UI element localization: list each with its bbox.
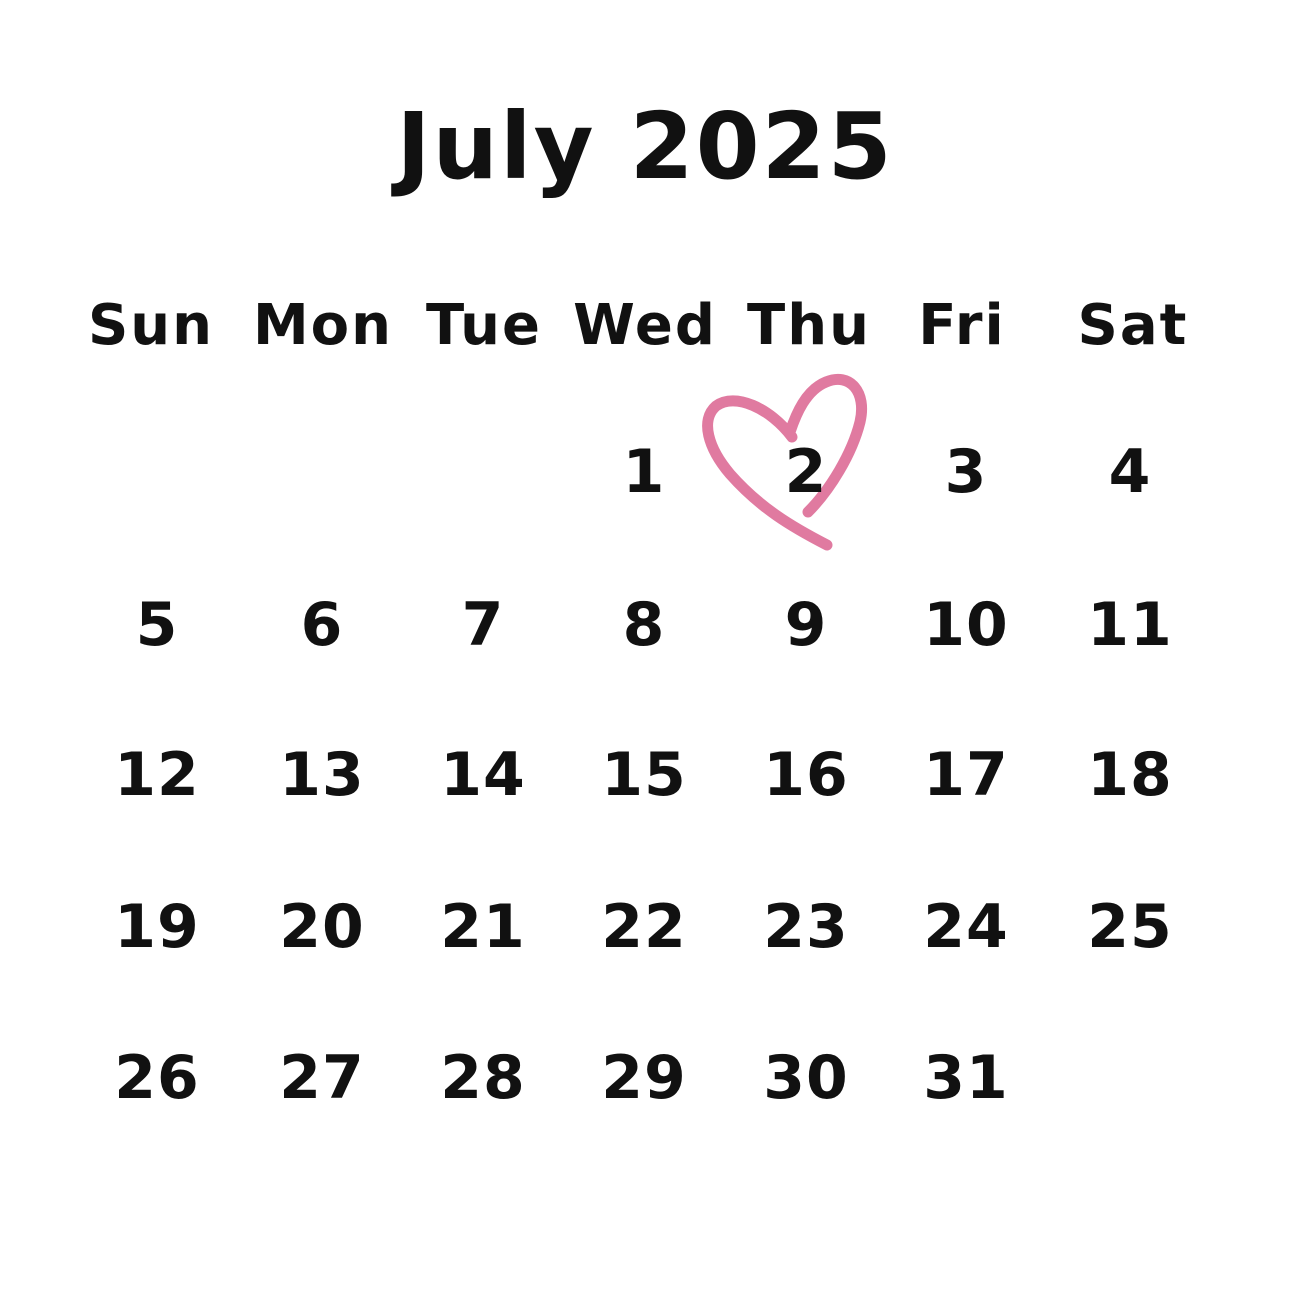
calendar-day[interactable]: 20 <box>247 882 397 972</box>
calendar-day[interactable]: 21 <box>408 882 558 972</box>
calendar-day[interactable]: 6 <box>247 580 397 670</box>
calendar-day[interactable]: 11 <box>1055 580 1205 670</box>
calendar-day[interactable]: 8 <box>569 580 719 670</box>
calendar-day[interactable]: 24 <box>891 882 1041 972</box>
calendar-day[interactable]: 10 <box>891 580 1041 670</box>
calendar-day[interactable]: 5 <box>82 580 232 670</box>
calendar-day[interactable]: 12 <box>82 730 232 820</box>
calendar-day[interactable]: 2 <box>731 427 881 517</box>
calendar-day[interactable]: 15 <box>569 730 719 820</box>
calendar-day[interactable]: 4 <box>1055 427 1205 517</box>
calendar-day[interactable]: 18 <box>1055 730 1205 820</box>
calendar-day[interactable]: 26 <box>82 1033 232 1123</box>
calendar-day[interactable]: 23 <box>731 882 881 972</box>
calendar-day[interactable]: 19 <box>82 882 232 972</box>
calendar-day[interactable]: 13 <box>247 730 397 820</box>
calendar: July 2025 Sun Mon Tue Wed Thu Fri Sat 12… <box>0 0 1290 1290</box>
calendar-day[interactable]: 9 <box>731 580 881 670</box>
calendar-day[interactable]: 29 <box>569 1033 719 1123</box>
calendar-day[interactable]: 1 <box>569 427 719 517</box>
days-grid: 1 2 3 4 5 6 7 8 9 10 11 12 13 14 15 16 17 18 19 20 21 22 23 24 2… <box>0 0 1290 1290</box>
calendar-day[interactable]: 3 <box>891 427 1041 517</box>
calendar-day[interactable]: 28 <box>408 1033 558 1123</box>
calendar-day[interactable]: 16 <box>731 730 881 820</box>
calendar-day[interactable]: 31 <box>891 1033 1041 1123</box>
calendar-day[interactable]: 25 <box>1055 882 1205 972</box>
calendar-day[interactable]: 27 <box>247 1033 397 1123</box>
calendar-day[interactable]: 17 <box>891 730 1041 820</box>
calendar-day[interactable]: 22 <box>569 882 719 972</box>
calendar-day[interactable]: 14 <box>408 730 558 820</box>
calendar-day[interactable]: 7 <box>408 580 558 670</box>
calendar-day[interactable]: 30 <box>731 1033 881 1123</box>
